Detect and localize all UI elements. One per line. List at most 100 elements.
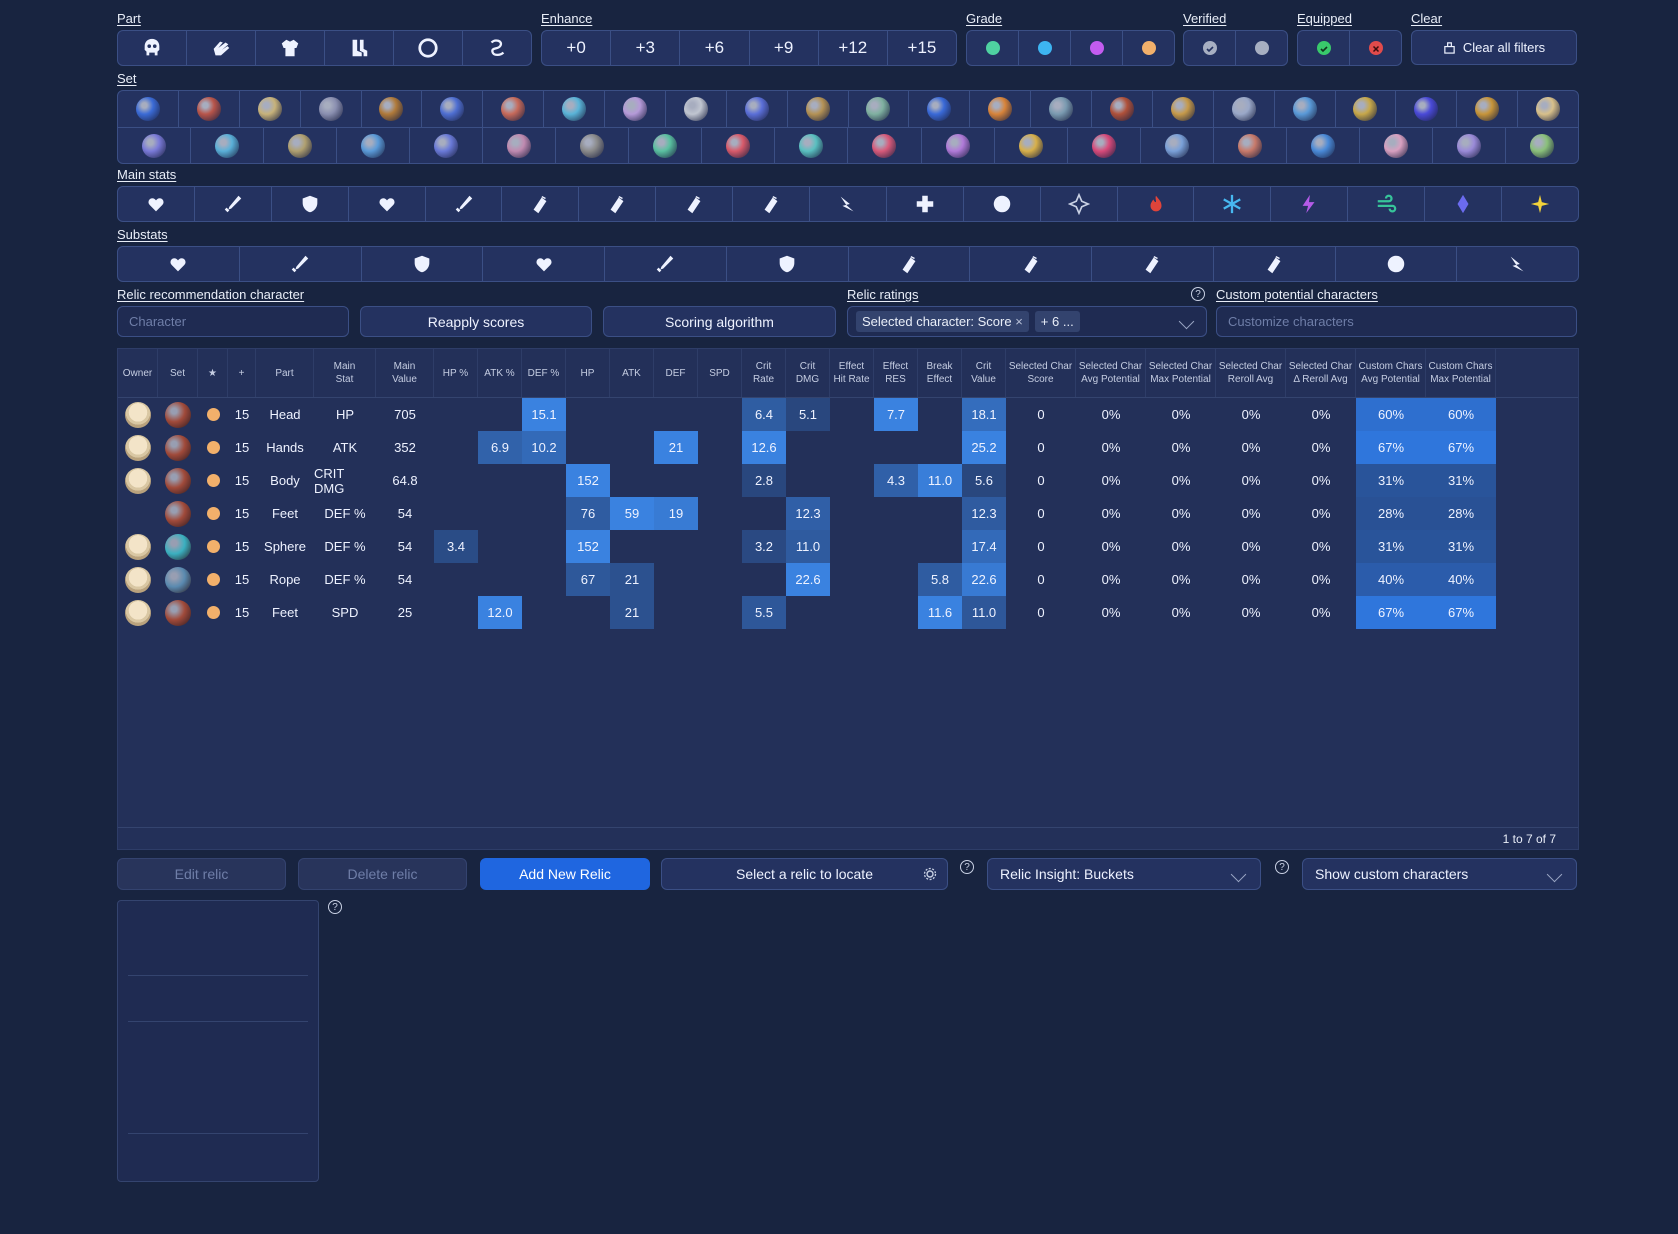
effect-res-filter-button[interactable]: [733, 187, 811, 221]
verified-no-button[interactable]: [1236, 31, 1287, 65]
set-option[interactable]: [362, 91, 423, 127]
set-option[interactable]: [1396, 91, 1458, 127]
equipped-no-button[interactable]: [1350, 31, 1401, 65]
column-header[interactable]: Break Effect: [918, 349, 962, 397]
table-row[interactable]: 15 Head HP 705 15.1 6.4 5.1 7.7 18.1 0 0% 0% 0% 0% 60%…: [118, 398, 1578, 431]
gear-icon[interactable]: [923, 867, 937, 881]
set-option[interactable]: [848, 128, 922, 163]
hp-filter-button[interactable]: [483, 247, 605, 281]
set-option[interactable]: [775, 128, 849, 163]
hp-filter-button[interactable]: [349, 187, 426, 221]
set-option[interactable]: [1433, 128, 1506, 163]
add-new-relic-button[interactable]: Add New Relic: [480, 858, 650, 890]
def-percent-filter-button[interactable]: [362, 247, 484, 281]
part-head-button[interactable]: [118, 31, 187, 65]
break-filter-button[interactable]: [964, 187, 1041, 221]
hp-percent-filter-button[interactable]: [118, 187, 195, 221]
crit-rate-filter-button[interactable]: [502, 187, 580, 221]
def-percent-filter-button[interactable]: [272, 187, 349, 221]
set-option[interactable]: [118, 128, 192, 163]
set-option[interactable]: [666, 91, 727, 127]
set-option[interactable]: [118, 91, 179, 127]
def-filter-button[interactable]: [727, 247, 849, 281]
set-option[interactable]: [1360, 128, 1433, 163]
atk-filter-button[interactable]: [605, 247, 727, 281]
table-row[interactable]: 15 Rope DEF % 54 67 21 22.6 5.8 22.6 0 0% 0% 0% 0% 40%…: [118, 563, 1578, 596]
column-header[interactable]: Main Stat: [314, 349, 376, 397]
column-header[interactable]: HP %: [434, 349, 478, 397]
column-header[interactable]: ATK: [610, 349, 654, 397]
table-row[interactable]: 15 Hands ATK 352 6.9 10.2 21 12.6 25.2 0 0% 0% 0% 0% 6…: [118, 431, 1578, 464]
verified-yes-button[interactable]: [1184, 31, 1236, 65]
set-option[interactable]: [1214, 91, 1275, 127]
column-header[interactable]: ATK %: [478, 349, 522, 397]
column-header[interactable]: Custom Chars Max Potential: [1426, 349, 1496, 397]
part-sphere-button[interactable]: [394, 31, 463, 65]
ice-filter-button[interactable]: [1194, 187, 1272, 221]
show-custom-characters-select[interactable]: Show custom characters: [1302, 858, 1577, 890]
column-header[interactable]: DEF: [654, 349, 698, 397]
set-option[interactable]: [970, 91, 1032, 127]
set-option[interactable]: [1506, 128, 1578, 163]
crit-dmg-filter-button[interactable]: [579, 187, 657, 221]
column-header[interactable]: Effect Hit Rate: [830, 349, 874, 397]
quantum-filter-button[interactable]: [1425, 187, 1503, 221]
set-option[interactable]: [483, 128, 557, 163]
column-header[interactable]: Selected Char Score: [1006, 349, 1076, 397]
set-option[interactable]: [191, 128, 265, 163]
column-header[interactable]: Selected Char Max Potential: [1146, 349, 1216, 397]
column-header[interactable]: Selected Char Avg Potential: [1076, 349, 1146, 397]
help-icon[interactable]: ?: [960, 860, 974, 874]
wind-filter-button[interactable]: [1348, 187, 1426, 221]
set-option[interactable]: [1336, 91, 1397, 127]
clear-all-filters-button[interactable]: Clear all filters: [1411, 30, 1577, 65]
table-row[interactable]: 15 Feet SPD 25 12.0 21 5.5 11.6 11.0 0 0% 0% 0% 0% 67%…: [118, 596, 1578, 629]
speed-filter-button[interactable]: [810, 187, 887, 221]
reapply-scores-button[interactable]: Reapply scores: [360, 306, 592, 337]
column-header[interactable]: Crit Rate: [742, 349, 786, 397]
grade-option[interactable]: [1071, 31, 1123, 65]
tag-close-icon[interactable]: ×: [1015, 314, 1023, 329]
part-rope-button[interactable]: [463, 31, 531, 65]
set-option[interactable]: [422, 91, 484, 127]
set-option[interactable]: [1457, 91, 1519, 127]
set-option[interactable]: [179, 91, 240, 127]
help-icon[interactable]: ?: [1275, 860, 1289, 874]
column-header[interactable]: +: [228, 349, 256, 397]
locate-relic-button[interactable]: Select a relic to locate: [661, 858, 948, 890]
enhance-option[interactable]: +3: [611, 31, 681, 65]
grade-option[interactable]: [967, 31, 1019, 65]
equipped-yes-button[interactable]: [1298, 31, 1350, 65]
enhance-option[interactable]: +12: [819, 31, 888, 65]
help-icon[interactable]: ?: [1191, 287, 1205, 301]
table-row[interactable]: 15 Feet DEF % 54 76 59 19 12.3 12.3 0 0% 0% 0% 0% 28% 2…: [118, 497, 1578, 530]
set-option[interactable]: [556, 128, 630, 163]
set-option[interactable]: [301, 91, 362, 127]
column-header[interactable]: Main Value: [376, 349, 434, 397]
effect-res-filter-button[interactable]: [1214, 247, 1336, 281]
set-option[interactable]: [629, 128, 703, 163]
lightning-filter-button[interactable]: [1271, 187, 1349, 221]
help-icon[interactable]: ?: [328, 900, 342, 914]
column-header[interactable]: SPD: [698, 349, 742, 397]
set-option[interactable]: [1153, 91, 1214, 127]
set-option[interactable]: [1068, 128, 1141, 163]
physical-filter-button[interactable]: [1041, 187, 1118, 221]
atk-percent-filter-button[interactable]: [195, 187, 272, 221]
set-option[interactable]: [1287, 128, 1360, 163]
relic-insight-select[interactable]: Relic Insight: Buckets: [987, 858, 1261, 890]
set-option[interactable]: [410, 128, 484, 163]
set-option[interactable]: [605, 91, 666, 127]
set-option[interactable]: [849, 91, 910, 127]
part-feet-button[interactable]: [325, 31, 394, 65]
column-header[interactable]: Set: [158, 349, 198, 397]
column-header[interactable]: Crit DMG: [786, 349, 830, 397]
break-filter-button[interactable]: [1336, 247, 1458, 281]
hp-percent-filter-button[interactable]: [118, 247, 240, 281]
crit-dmg-filter-button[interactable]: [970, 247, 1092, 281]
part-hands-button[interactable]: [187, 31, 256, 65]
speed-filter-button[interactable]: [1457, 247, 1578, 281]
column-header[interactable]: Owner: [118, 349, 158, 397]
column-header[interactable]: Selected Char Δ Reroll Avg: [1286, 349, 1356, 397]
column-header[interactable]: Custom Chars Avg Potential: [1356, 349, 1426, 397]
